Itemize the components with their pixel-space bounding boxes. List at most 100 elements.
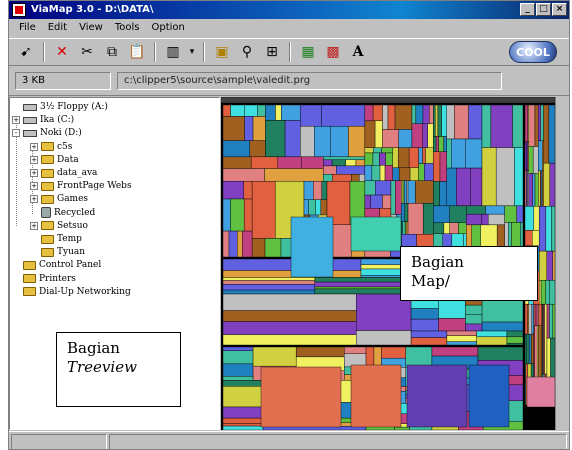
treemap-cell[interactable] — [222, 321, 357, 335]
treemap-cell[interactable] — [364, 152, 374, 166]
treemap-cell[interactable] — [533, 206, 540, 231]
treemap-cell[interactable] — [358, 174, 366, 182]
treemap-cell[interactable] — [538, 303, 543, 326]
treemap-cell[interactable] — [504, 222, 509, 249]
treemap-cell[interactable] — [446, 330, 477, 336]
treemap-cell[interactable] — [387, 104, 396, 130]
treemap-cell[interactable] — [314, 286, 412, 290]
treemap-cell[interactable] — [390, 180, 396, 215]
treemap-cell[interactable] — [405, 346, 433, 368]
treemap-cell[interactable] — [260, 366, 342, 428]
treemap-cell[interactable] — [424, 163, 434, 181]
treemap-cell[interactable] — [394, 426, 410, 430]
treemap-cell[interactable] — [281, 104, 301, 121]
treemap-cell[interactable] — [350, 216, 402, 252]
treemap-cell[interactable] — [443, 136, 447, 152]
treemap-cell[interactable] — [532, 230, 540, 247]
menu-option[interactable]: Option — [145, 19, 190, 36]
treemap-cell[interactable] — [222, 289, 316, 295]
treemap-cell[interactable] — [506, 330, 524, 338]
treemap-cell[interactable] — [373, 346, 382, 367]
treemap-cell[interactable] — [355, 159, 366, 167]
treemap-cell[interactable] — [222, 425, 264, 430]
treemap-cell[interactable] — [384, 165, 393, 181]
find-icon[interactable]: ⚲ — [236, 41, 258, 63]
treemap-cell[interactable] — [375, 180, 392, 196]
treemap-cell[interactable] — [371, 165, 381, 181]
treemap-cell[interactable] — [243, 198, 253, 232]
treemap-cell[interactable] — [435, 104, 439, 137]
treemap-cell[interactable] — [381, 147, 393, 154]
expander-icon[interactable]: + — [30, 182, 38, 191]
treemap-cell[interactable] — [222, 168, 265, 182]
treemap-cell[interactable] — [544, 303, 548, 375]
treemap-cell[interactable] — [351, 174, 360, 182]
treemap-cell[interactable] — [431, 346, 479, 357]
treemap-cell[interactable] — [446, 341, 477, 346]
treemap-cell[interactable] — [427, 123, 434, 148]
treemap-cell[interactable] — [476, 336, 508, 346]
treemap-cell[interactable] — [314, 126, 331, 158]
expander-icon[interactable]: - — [12, 129, 20, 138]
treemap-cell[interactable] — [449, 205, 467, 223]
treemap-cell[interactable] — [405, 221, 409, 235]
properties-icon[interactable]: ⊞ — [261, 41, 283, 63]
tree-node[interactable]: + data_ava — [30, 167, 97, 179]
copy-icon[interactable]: ⧉ — [101, 41, 123, 63]
expander-icon[interactable]: + — [30, 169, 38, 177]
treemap-cell[interactable] — [392, 167, 400, 181]
treemap-cell[interactable] — [323, 174, 333, 182]
treemap-cell[interactable] — [222, 140, 251, 158]
treemap-cell[interactable] — [364, 180, 376, 196]
treemap-cell[interactable] — [538, 140, 543, 171]
app-icon[interactable] — [12, 3, 26, 17]
treemap-cell[interactable] — [314, 288, 412, 295]
treemap-cell[interactable] — [546, 303, 550, 339]
treemap-cell[interactable] — [536, 325, 539, 382]
close-button[interactable]: × — [552, 3, 567, 16]
treemap-cell[interactable] — [422, 104, 430, 124]
treemap-cell[interactable] — [512, 104, 524, 148]
tree-node[interactable]: + Games — [30, 193, 88, 205]
treemap-cell[interactable] — [531, 333, 534, 365]
dropdown-icon[interactable]: ▾ — [187, 41, 197, 63]
treemap-cell[interactable] — [382, 194, 392, 209]
treemap-cell[interactable] — [433, 136, 437, 152]
treemap-cell[interactable] — [543, 162, 551, 207]
treemap-cell[interactable] — [265, 120, 286, 158]
treemap-cell[interactable] — [243, 180, 253, 200]
treemap-cell[interactable] — [407, 203, 424, 235]
treemap-cell[interactable] — [451, 138, 466, 169]
treemap-cell[interactable] — [407, 180, 416, 204]
treemap-cell[interactable] — [468, 104, 483, 140]
treemap-cell[interactable] — [410, 308, 439, 320]
treemap-cell[interactable] — [345, 159, 357, 167]
treemap-cell[interactable] — [379, 152, 386, 166]
treemap-cell[interactable] — [364, 165, 373, 181]
treemap-cell[interactable] — [222, 363, 254, 377]
treemap-cell[interactable] — [244, 116, 254, 141]
treemap-cell[interactable] — [532, 173, 536, 207]
treemap-cell[interactable] — [487, 213, 505, 226]
treemap-cell[interactable] — [531, 303, 534, 335]
treemap-cell[interactable] — [222, 156, 252, 169]
treemap-cell[interactable] — [320, 199, 328, 216]
treemap-cell[interactable] — [348, 126, 366, 158]
treemap-cell[interactable] — [275, 104, 282, 121]
treemap-cell[interactable] — [350, 364, 402, 428]
expander-icon[interactable]: + — [30, 221, 38, 230]
treemap-cell[interactable] — [524, 206, 535, 231]
treemap-cell[interactable] — [401, 203, 406, 222]
treemap-cell[interactable] — [438, 136, 444, 152]
treemap-cell[interactable] — [257, 104, 266, 117]
treemap-cell[interactable] — [410, 337, 448, 346]
treemap-cell[interactable] — [364, 194, 371, 209]
treemap-cell[interactable] — [382, 129, 399, 148]
menu-tools[interactable]: Tools — [109, 19, 146, 36]
treemap-cell[interactable] — [514, 147, 524, 207]
treemap-cell[interactable] — [520, 222, 524, 249]
treemap-cell[interactable] — [422, 147, 426, 164]
map-icon[interactable]: ▦ — [297, 41, 319, 63]
treemap-cell[interactable] — [323, 165, 337, 175]
treemap-cell[interactable] — [379, 165, 386, 181]
